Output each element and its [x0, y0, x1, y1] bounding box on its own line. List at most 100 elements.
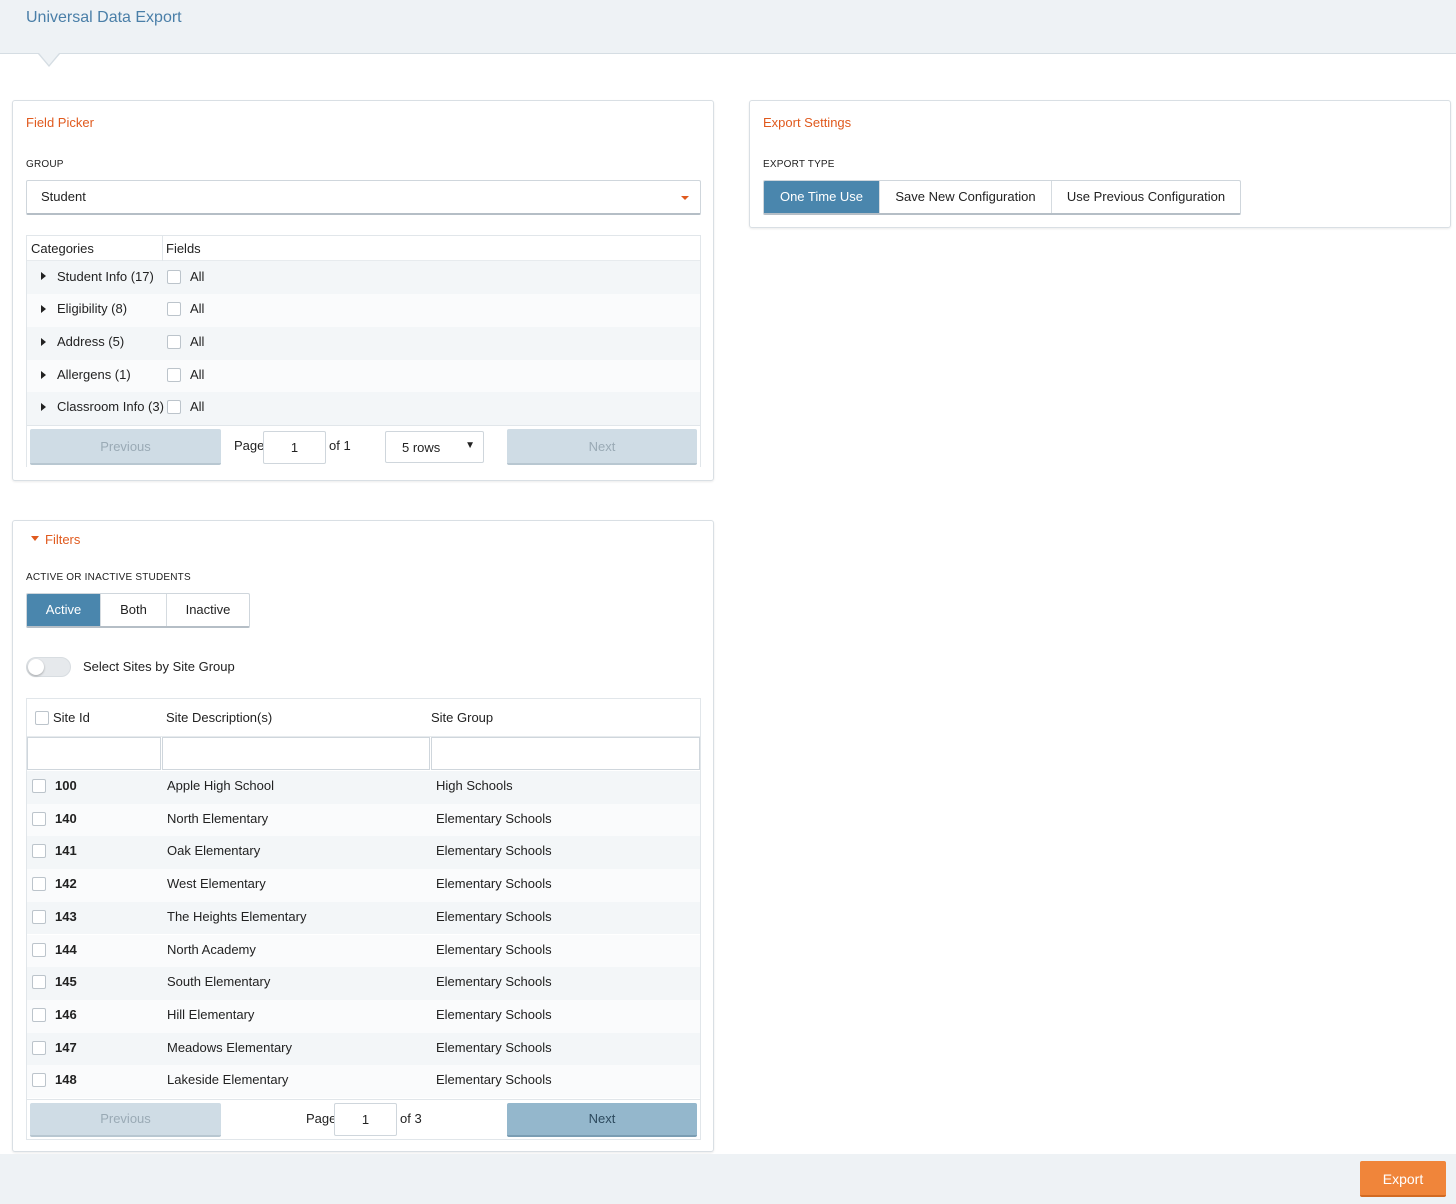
group-label: GROUP	[26, 159, 64, 170]
table-row[interactable]: 144 North Academy Elementary Schools	[27, 934, 700, 968]
category-label: Student Info (17)	[57, 269, 154, 284]
site-description-cell: Lakeside Elementary	[167, 1072, 289, 1088]
sites-grid-header: Site Id Site Description(s) Site Group	[27, 699, 700, 737]
filters-title[interactable]: Filters	[45, 532, 80, 547]
previous-button[interactable]: Previous	[30, 1103, 221, 1137]
collapse-caret-icon[interactable]	[31, 536, 39, 541]
previous-button[interactable]: Previous	[30, 429, 221, 465]
site-group-cell: Elementary Schools	[436, 810, 552, 826]
page-title: Universal Data Export	[26, 9, 182, 26]
page-number-input[interactable]: 1	[334, 1103, 397, 1136]
table-row[interactable]: 146 Hill Elementary Elementary Schools	[27, 999, 700, 1033]
select-all-checkbox[interactable]	[35, 711, 49, 725]
field-label: All	[190, 399, 205, 414]
one-time-use-button[interactable]: One Time Use	[764, 181, 880, 213]
site-group-cell: Elementary Schools	[436, 876, 552, 892]
field-checkbox[interactable]	[167, 302, 181, 316]
categories-grid-header: Categories Fields	[27, 236, 700, 261]
site-checkbox[interactable]	[32, 779, 46, 793]
field-checkbox[interactable]	[167, 335, 181, 349]
site-checkbox[interactable]	[32, 1007, 46, 1022]
site-id-cell: 142	[55, 876, 77, 892]
table-row[interactable]: 148 Lakeside Elementary Elementary Schools	[27, 1065, 700, 1098]
group-select[interactable]: Student	[26, 180, 701, 215]
page-label: Page	[306, 1111, 337, 1126]
export-type-label: EXPORT TYPE	[763, 159, 835, 170]
site-checkbox[interactable]	[32, 1040, 46, 1055]
column-header-fields[interactable]: Fields	[166, 241, 201, 256]
column-header-site-group[interactable]: Site Group	[431, 710, 493, 725]
site-group-cell: Elementary Schools	[436, 941, 552, 957]
site-checkbox[interactable]	[32, 975, 46, 990]
rows-per-page-select[interactable]: 5 rows ▼	[385, 431, 484, 463]
both-button[interactable]: Both	[101, 594, 167, 626]
site-checkbox[interactable]	[32, 942, 46, 957]
export-type-toggle: One Time Use Save New Configuration Use …	[763, 180, 1241, 215]
field-picker-panel: Field Picker GROUP Student Categories Fi…	[12, 100, 714, 481]
table-row[interactable]: 145 South Elementary Elementary Schools	[27, 967, 700, 1000]
next-button[interactable]: Next	[507, 429, 697, 465]
site-checkbox[interactable]	[32, 1073, 46, 1088]
column-header-site-description[interactable]: Site Description(s)	[166, 710, 272, 725]
site-id-cell: 140	[55, 810, 77, 826]
site-group-cell: Elementary Schools	[436, 1039, 552, 1055]
student-status-label: ACTIVE OR INACTIVE STUDENTS	[26, 572, 191, 583]
column-header-site-id[interactable]: Site Id	[53, 710, 90, 725]
active-button[interactable]: Active	[27, 594, 101, 626]
field-checkbox[interactable]	[167, 400, 181, 414]
site-group-cell: Elementary Schools	[436, 843, 552, 859]
site-description-filter-input[interactable]	[162, 737, 430, 770]
site-description-cell: The Heights Elementary	[167, 908, 307, 924]
field-checkbox[interactable]	[167, 270, 181, 284]
expand-icon[interactable]	[41, 338, 46, 346]
expand-icon[interactable]	[41, 305, 46, 313]
site-checkbox[interactable]	[32, 877, 46, 892]
site-group-cell: Elementary Schools	[436, 908, 552, 924]
table-row[interactable]: 141 Oak Elementary Elementary Schools	[27, 836, 700, 870]
expand-icon[interactable]	[41, 272, 46, 280]
expand-icon[interactable]	[41, 403, 46, 411]
table-row[interactable]: 142 West Elementary Elementary Schools	[27, 869, 700, 902]
field-checkbox[interactable]	[167, 368, 181, 382]
next-button[interactable]: Next	[507, 1103, 697, 1137]
site-checkbox[interactable]	[32, 844, 46, 859]
site-id-cell: 145	[55, 974, 77, 990]
use-previous-configuration-button[interactable]: Use Previous Configuration	[1052, 181, 1240, 213]
site-group-filter-input[interactable]	[431, 737, 700, 770]
site-id-cell: 148	[55, 1072, 77, 1088]
site-description-cell: Oak Elementary	[167, 843, 261, 859]
site-id-filter-input[interactable]	[27, 737, 161, 770]
site-group-cell: Elementary Schools	[436, 1006, 552, 1022]
field-label: All	[190, 367, 205, 382]
column-header-categories[interactable]: Categories	[31, 241, 94, 256]
site-description-cell: South Elementary	[167, 974, 271, 990]
site-id-cell: 146	[55, 1006, 77, 1022]
toggle-knob	[28, 659, 44, 675]
inactive-button[interactable]: Inactive	[167, 594, 249, 626]
site-checkbox[interactable]	[32, 811, 46, 826]
site-description-cell: North Elementary	[167, 810, 269, 826]
export-button[interactable]: Export	[1360, 1161, 1446, 1197]
page-label: Page	[234, 438, 265, 453]
chevron-down-icon	[681, 196, 689, 200]
site-id-cell: 144	[55, 941, 77, 957]
table-row[interactable]: 100 Apple High School High Schools	[27, 771, 700, 804]
field-picker-title: Field Picker	[26, 115, 94, 130]
site-description-cell: Hill Elementary	[167, 1006, 255, 1022]
table-row[interactable]: 140 North Elementary Elementary Schools	[27, 803, 700, 837]
field-label: All	[190, 334, 205, 349]
header-pointer-fill	[39, 53, 59, 65]
expand-icon[interactable]	[41, 371, 46, 379]
table-row[interactable]: 143 The Heights Elementary Elementary Scho…	[27, 901, 700, 935]
save-new-configuration-button[interactable]: Save New Configuration	[880, 181, 1052, 213]
site-checkbox[interactable]	[32, 909, 46, 924]
student-status-toggle: Active Both Inactive	[26, 593, 250, 628]
categories-grid: Categories Fields Student Info (17) All …	[26, 235, 701, 467]
site-id-cell: 143	[55, 908, 77, 924]
table-row[interactable]: 147 Meadows Elementary Elementary Schools	[27, 1032, 700, 1066]
site-group-toggle[interactable]	[26, 657, 71, 677]
category-label: Allergens (1)	[57, 367, 131, 382]
page-number-input[interactable]: 1	[263, 431, 326, 464]
site-description-cell: Apple High School	[167, 778, 274, 793]
category-label: Classroom Info (3)	[57, 399, 164, 414]
